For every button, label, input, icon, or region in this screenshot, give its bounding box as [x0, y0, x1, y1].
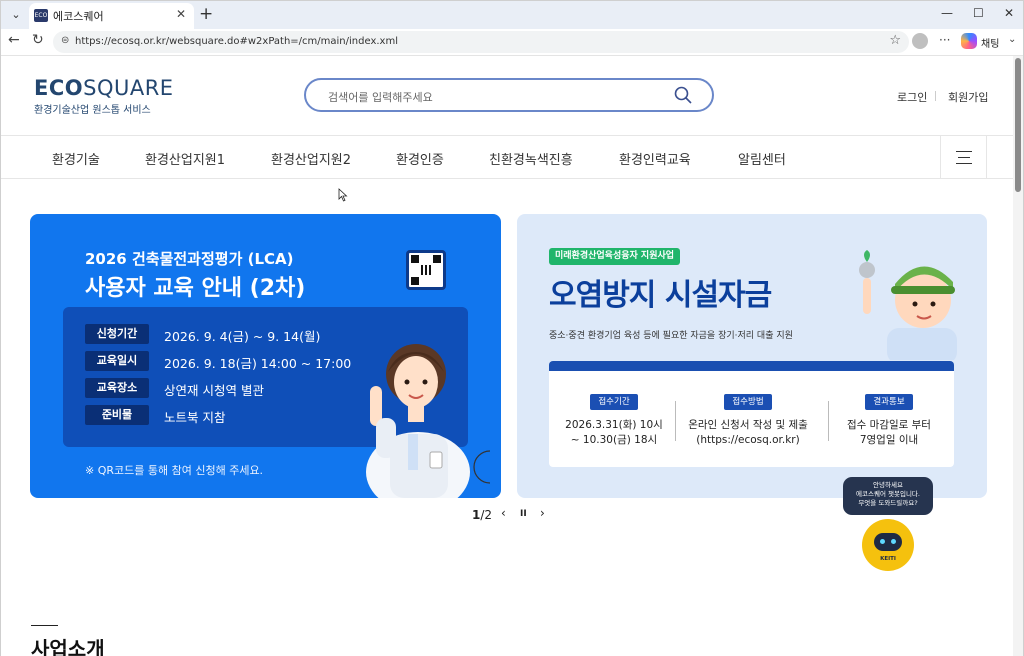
info-line: 2026.3.31(화) 10시	[565, 419, 663, 431]
column-divider	[675, 401, 676, 441]
link-divider	[935, 91, 936, 101]
site-logo[interactable]: ECOSQUARE 환경기술산업 원스톱 서비스	[34, 76, 174, 116]
nav-item-env-tech[interactable]: 환경기술	[52, 149, 100, 168]
back-icon[interactable]: ←	[8, 32, 20, 48]
info-column: 결과통보 접수 마감일로 부터 7영업일 이내	[824, 389, 954, 448]
nav-item-industry-support-1[interactable]: 환경산업지원1	[145, 149, 225, 168]
info-label: 접수기간	[590, 394, 638, 410]
info-value: 2026. 9. 4(금) ~ 9. 14(월)	[164, 329, 321, 344]
url-text[interactable]: https://ecosq.or.kr/websquare.do#w2xPath…	[75, 36, 398, 47]
logo-tagline: 환경기술산업 원스톱 서비스	[34, 105, 151, 116]
banner-lca-education[interactable]: 2026 건축물전과정평가 (LCA) 사용자 교육 안내 (2차) 신청기간 …	[30, 214, 501, 498]
more-menu-icon[interactable]: ···	[939, 33, 950, 47]
presenter-illustration	[366, 344, 490, 498]
browser-toolbar: ← ↻ ⊜ https://ecosq.or.kr/websquare.do#w…	[1, 29, 1023, 56]
favorite-star-icon[interactable]: ☆	[889, 33, 901, 48]
info-line: 온라인 신청서 작성 및 제출	[688, 419, 808, 431]
profile-avatar[interactable]	[912, 33, 928, 49]
main-nav: 환경기술 환경산업지원1 환경산업지원2 환경인증 친환경녹색진흥 환경인력교육…	[1, 135, 1013, 179]
banner2-tag: 미래환경산업육성융자 지원사업	[549, 248, 681, 265]
tab-list-icon[interactable]: ⌄	[7, 6, 25, 24]
banner1-note: ※ QR코드를 통해 참여 신청해 주세요.	[85, 464, 264, 477]
mouse-cursor-icon	[338, 188, 348, 202]
chevron-down-icon[interactable]: ⌄	[1008, 34, 1016, 45]
nav-item-industry-support-2[interactable]: 환경산업지원2	[271, 149, 351, 168]
tab-strip: ⌄ ECO 에코스퀘어 ✕ + — ☐ ✕	[1, 1, 1023, 29]
info-label: 결과통보	[865, 394, 913, 410]
bubble-line: 안녕하세요	[873, 481, 903, 489]
info-label: 신청기간	[85, 324, 149, 344]
info-line: (https://ecosq.or.kr)	[696, 434, 800, 446]
page-scrollbar[interactable]	[1013, 56, 1023, 656]
bubble-line: 무엇을 도와드릴까요?	[858, 499, 918, 507]
bubble-line: 에코스퀘어 챗봇입니다.	[856, 490, 920, 498]
chatbot-name: KEITI	[880, 556, 896, 562]
browser-tab[interactable]: ECO 에코스퀘어 ✕	[29, 3, 194, 29]
info-line: 접수 마감일로 부터	[847, 419, 931, 431]
banner2-title: 오염방지 시설자금	[549, 278, 772, 313]
section-title: 사업소개	[31, 637, 105, 656]
info-label: 접수방법	[724, 394, 772, 410]
maximize-icon[interactable]: ☐	[973, 6, 984, 20]
new-tab-icon[interactable]: +	[199, 4, 213, 24]
info-label: 교육일시	[85, 351, 149, 371]
nav-item-certification[interactable]: 환경인증	[396, 149, 444, 168]
banner-pollution-fund[interactable]: 미래환경산업육성융자 지원사업 오염방지 시설자금 중소·중견 환경기업 육성 …	[517, 214, 987, 498]
browser-window: ⌄ ECO 에코스퀘어 ✕ + — ☐ ✕ ← ↻ ⊜ https://ecos…	[0, 0, 1024, 656]
prev-slide-icon[interactable]: ‹	[501, 506, 506, 520]
nav-item-notice-center[interactable]: 알림센터	[738, 149, 786, 168]
site-info-icon[interactable]: ⊜	[61, 35, 69, 46]
pause-icon[interactable]: II	[520, 509, 527, 519]
info-value: 2026. 9. 18(금) 14:00 ~ 17:00	[164, 356, 352, 371]
search-box[interactable]: 검색어를 입력해주세요	[304, 78, 714, 112]
info-label: 교육장소	[85, 378, 149, 398]
info-value: 노트북 지참	[164, 410, 226, 425]
info-value: 상연재 시청역 별관	[164, 383, 264, 398]
minimize-icon[interactable]: —	[941, 6, 953, 20]
reload-icon[interactable]: ↻	[32, 32, 44, 48]
search-icon[interactable]	[674, 86, 692, 104]
boy-with-plant-illustration	[859, 250, 957, 360]
tab-title: 에코스퀘어	[53, 10, 104, 23]
copilot-icon[interactable]	[961, 33, 977, 49]
login-link[interactable]: 로그인	[897, 89, 927, 105]
info-line: ~ 10.30(금) 18시	[570, 434, 658, 446]
web-page: ECOSQUARE 환경기술산업 원스톱 서비스 검색어를 입력해주세요 로그인…	[1, 56, 1013, 656]
banner1-headline: 사용자 교육 안내 (2차)	[85, 276, 306, 301]
scrollbar-thumb[interactable]	[1015, 58, 1021, 192]
signup-link[interactable]: 회원가입	[948, 89, 988, 105]
favicon-icon: ECO	[34, 9, 48, 22]
nav-item-education[interactable]: 환경인력교육	[619, 149, 691, 168]
banner1-title: 2026 건축물전과정평가 (LCA)	[85, 250, 294, 268]
info-column: 접수기간 2026.3.31(화) 10시 ~ 10.30(금) 18시	[549, 389, 679, 448]
address-bar[interactable]: ⊜ https://ecosq.or.kr/websquare.do#w2xPa…	[53, 31, 909, 53]
tab-close-icon[interactable]: ✕	[176, 7, 186, 21]
next-slide-icon[interactable]: ›	[540, 506, 545, 520]
chatbot-bubble[interactable]: 안녕하세요 에코스퀘어 챗봇입니다. 무엇을 도와드릴까요?	[843, 477, 933, 515]
hamburger-menu-icon[interactable]	[940, 136, 987, 178]
info-column: 접수방법 온라인 신청서 작성 및 제출 (https://ecosq.or.k…	[683, 389, 813, 448]
banner2-subtitle: 중소·중견 환경기업 육성 등에 필요한 자금을 장기·저리 대출 지원	[549, 331, 793, 341]
nav-item-green-promotion[interactable]: 친환경녹색진흥	[489, 149, 573, 168]
logo-wordmark: ECOSQUARE	[34, 76, 174, 100]
info-label: 준비물	[85, 405, 149, 425]
robot-icon	[874, 533, 902, 551]
section-rule	[31, 625, 58, 626]
search-input[interactable]: 검색어를 입력해주세요	[328, 89, 433, 105]
banner2-info-card: 접수기간 2026.3.31(화) 10시 ~ 10.30(금) 18시 접수방…	[549, 361, 954, 467]
slide-counter: 1/2	[472, 508, 493, 522]
chat-label[interactable]: 채팅	[981, 35, 999, 50]
info-line: 7영업일 이내	[859, 434, 919, 446]
chatbot-button[interactable]: KEITI	[862, 519, 914, 571]
qr-code-icon	[406, 250, 446, 290]
window-close-icon[interactable]: ✕	[1004, 6, 1014, 20]
